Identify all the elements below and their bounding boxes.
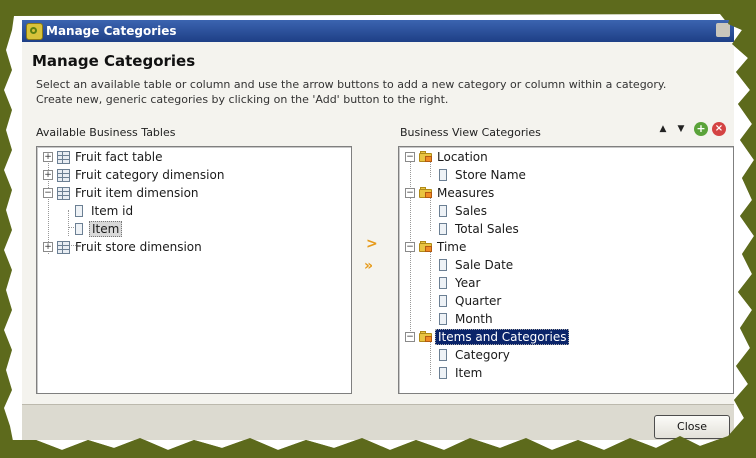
torn-edge-overlay xyxy=(0,0,756,458)
